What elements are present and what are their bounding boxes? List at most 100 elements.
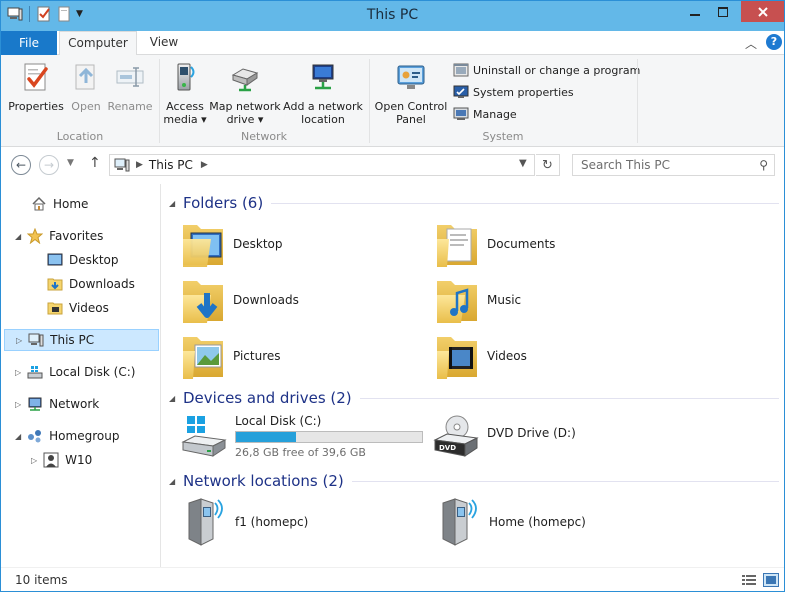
search-input[interactable]: Search This PC — [581, 158, 670, 172]
desktop-icon — [47, 253, 63, 266]
forward-arrow-icon: → — [43, 158, 55, 172]
recent-locations-icon[interactable]: ▼ — [67, 158, 74, 168]
uninstall-program-button[interactable]: Uninstall or change a program — [453, 61, 640, 79]
access-media-icon — [177, 63, 195, 91]
address-history-dropdown-icon[interactable]: ▼ — [519, 158, 527, 169]
ribbon: Properties Open Rename Location Access m… — [1, 55, 784, 147]
breadcrumb-chevron-icon[interactable]: ▶ — [136, 160, 143, 170]
address-bar[interactable]: ▶ This PC ▶ — [109, 154, 535, 176]
nav-item-home[interactable]: Home — [31, 193, 88, 215]
drives-header-text: Devices and drives (2) — [183, 389, 352, 407]
videos-big-folder-icon — [437, 337, 477, 379]
open-control-panel-button[interactable]: Open Control Panel — [373, 61, 449, 126]
tab-computer[interactable]: Computer — [59, 31, 137, 56]
location-group-label: Location — [56, 130, 104, 143]
manage-button[interactable]: Manage — [453, 105, 517, 123]
nav-item-w10[interactable]: ▷ W10 — [31, 449, 92, 471]
properties-button[interactable]: Properties — [7, 61, 65, 113]
refresh-icon: ↻ — [542, 157, 553, 173]
status-bar: 10 items — [1, 567, 784, 591]
folder-pictures-label: Pictures — [233, 349, 281, 363]
nav-item-fav-desktop[interactable]: Desktop — [47, 249, 119, 271]
open-button[interactable]: Open — [67, 61, 105, 113]
this-pc-nav-icon — [28, 333, 44, 347]
access-media-label-2: media ▾ — [163, 113, 207, 126]
expand-icon[interactable]: ▷ — [15, 368, 21, 377]
details-view-icon[interactable] — [741, 573, 757, 587]
add-network-location-button[interactable]: Add a network location — [283, 61, 363, 126]
nav-item-fav-videos[interactable]: Videos — [47, 297, 109, 319]
network-location-f1[interactable]: f1 (homepc) — [183, 496, 308, 548]
folder-videos[interactable]: Videos — [435, 330, 527, 382]
search-icon[interactable]: ⚲ — [759, 158, 768, 172]
forward-button[interactable]: → — [39, 155, 59, 175]
map-network-drive-button[interactable]: Map network drive ▾ — [209, 61, 281, 126]
uninstall-label: Uninstall or change a program — [473, 63, 641, 77]
local-disk-free-space: 26,8 GB free of 39,6 GB — [235, 446, 366, 459]
maximize-button[interactable] — [709, 1, 737, 23]
nav-item-homegroup[interactable]: ◢ Homegroup — [15, 425, 119, 447]
folder-pictures[interactable]: Pictures — [181, 330, 281, 382]
expand-icon[interactable]: ▷ — [16, 336, 22, 345]
system-properties-label: System properties — [473, 85, 574, 99]
folder-desktop[interactable]: Desktop — [181, 218, 283, 270]
network-location-home-label: Home (homepc) — [489, 515, 586, 529]
breadcrumb-chevron-icon-2[interactable]: ▶ — [201, 160, 208, 170]
collapse-icon[interactable]: ◢ — [169, 477, 183, 486]
drive-local-disk[interactable]: Local Disk (C:) 26,8 GB free of 39,6 GB — [181, 414, 423, 460]
rename-button[interactable]: Rename — [107, 61, 153, 113]
nav-item-network[interactable]: ▷ Network — [15, 393, 99, 415]
uninstall-icon — [453, 63, 469, 77]
folders-group-header[interactable]: ◢ Folders (6) — [169, 193, 779, 213]
documents-folder-icon — [437, 225, 477, 267]
collapse-icon[interactable]: ◢ — [169, 199, 183, 208]
collapse-icon[interactable]: ◢ — [15, 432, 21, 441]
tab-file[interactable]: File — [1, 31, 57, 55]
folder-documents[interactable]: Documents — [435, 218, 555, 270]
downloads-folder-icon — [47, 278, 63, 291]
back-button[interactable]: ← — [11, 155, 31, 175]
homegroup-icon — [28, 430, 42, 443]
drives-group-header[interactable]: ◢ Devices and drives (2) — [169, 388, 779, 408]
breadcrumb-this-pc[interactable]: This PC — [149, 158, 193, 172]
system-properties-icon — [453, 85, 469, 98]
network-locations-group-header[interactable]: ◢ Network locations (2) — [169, 471, 779, 491]
window-title: This PC — [366, 7, 419, 23]
search-box[interactable]: Search This PC ⚲ — [572, 154, 775, 176]
access-media-button[interactable]: Access media ▾ — [163, 61, 207, 126]
close-button[interactable] — [741, 1, 784, 22]
title-bar: ▼ This PC — [1, 1, 784, 31]
nav-item-favorites[interactable]: ◢ Favorites — [15, 225, 103, 247]
nav-local-disk-label: Local Disk (C:) — [49, 365, 136, 379]
svg-text:DVD: DVD — [439, 444, 456, 452]
large-icons-view-icon[interactable] — [763, 573, 779, 587]
control-panel-label-2: Panel — [396, 113, 426, 126]
nav-item-this-pc[interactable]: ▷ This PC — [4, 329, 159, 351]
pictures-folder-icon — [183, 337, 223, 379]
nav-homegroup-label: Homegroup — [49, 429, 120, 443]
expand-icon[interactable]: ▷ — [15, 400, 21, 409]
network-location-home[interactable]: Home (homepc) — [437, 496, 586, 548]
drive-dvd[interactable]: DVD DVD Drive (D:) — [433, 414, 576, 460]
network-locations-header-text: Network locations (2) — [183, 472, 344, 490]
expand-icon[interactable]: ▷ — [31, 456, 37, 465]
nav-item-fav-downloads[interactable]: Downloads — [47, 273, 135, 295]
collapse-icon[interactable]: ◢ — [169, 394, 183, 403]
dvd-drive-info: DVD Drive (D:) — [487, 426, 576, 440]
collapse-icon[interactable]: ◢ — [15, 232, 21, 241]
nav-item-local-disk[interactable]: ▷ Local Disk (C:) — [15, 361, 135, 383]
minimize-button[interactable] — [681, 1, 709, 23]
tab-view[interactable]: View — [141, 31, 187, 56]
minimize-ribbon-icon[interactable]: ︿ — [745, 35, 757, 52]
add-location-label-1: Add a network — [283, 100, 363, 113]
refresh-button[interactable]: ↻ — [536, 154, 560, 176]
control-panel-icon — [397, 65, 425, 89]
back-arrow-icon: ← — [15, 158, 27, 172]
help-icon[interactable]: ? — [766, 34, 782, 50]
open-label: Open — [71, 100, 101, 113]
system-properties-button[interactable]: System properties — [453, 83, 574, 101]
folder-music[interactable]: Music — [435, 274, 521, 326]
content-pane: ◢ Folders (6) Desktop Documents Download… — [161, 184, 784, 567]
folder-downloads[interactable]: Downloads — [181, 274, 299, 326]
up-arrow-icon[interactable]: ↑ — [89, 155, 101, 171]
